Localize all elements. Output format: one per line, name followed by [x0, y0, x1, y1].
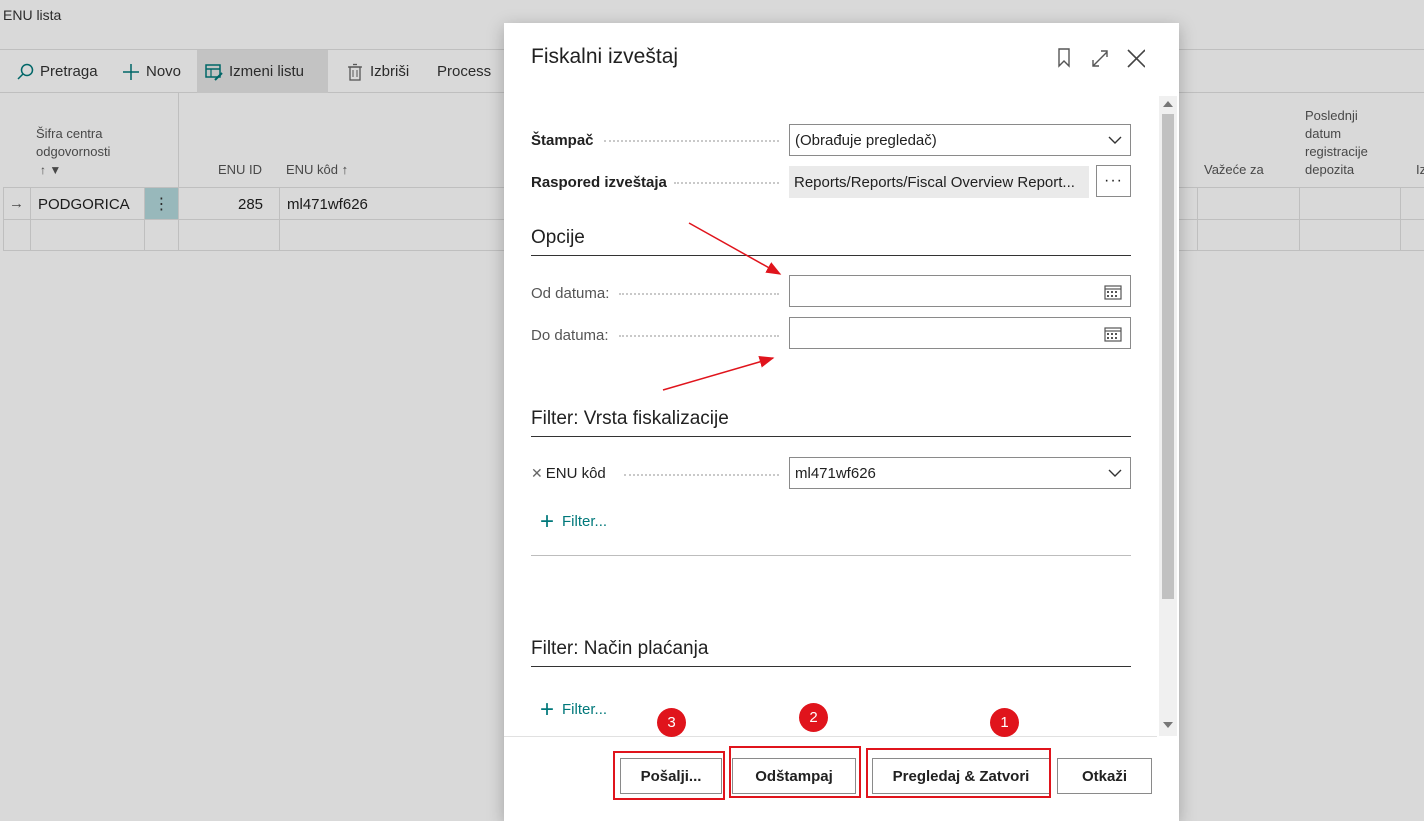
badge-2: 2: [799, 703, 828, 732]
printer-select[interactable]: (Obrađuje pregledač): [789, 124, 1131, 156]
from-date-input[interactable]: [789, 275, 1131, 307]
report-layout-field[interactable]: Reports/Reports/Fiscal Overview Report..…: [789, 166, 1089, 198]
badge-1: 1: [990, 708, 1019, 737]
enu-code-filter-select[interactable]: ml471wf626: [789, 457, 1131, 489]
enu-code-filter-label: ✕ ENU kôd: [531, 465, 606, 482]
highlight-print-button: [729, 746, 861, 798]
scroll-up-icon[interactable]: [1163, 101, 1173, 107]
chevron-down-icon: [1108, 469, 1122, 477]
report-layout-value: Reports/Reports/Fiscal Overview Report..…: [794, 173, 1075, 191]
calendar-icon[interactable]: [1104, 326, 1122, 342]
calendar-icon[interactable]: [1104, 284, 1122, 300]
dialog-scrollbar[interactable]: [1159, 96, 1177, 736]
badge-3: 3: [657, 708, 686, 737]
options-section-header[interactable]: Opcije: [531, 227, 1131, 256]
close-icon[interactable]: [1127, 47, 1145, 69]
remove-filter-icon[interactable]: ✕: [531, 465, 543, 481]
chevron-down-icon: [1108, 136, 1122, 144]
filter-payment-section-header[interactable]: Filter: Način plaćanja: [531, 638, 1131, 667]
layout-assist-button[interactable]: ···: [1096, 165, 1131, 197]
highlight-preview-close-button: [866, 748, 1051, 798]
to-date-label: Do datuma:: [531, 327, 609, 344]
to-date-input[interactable]: [789, 317, 1131, 349]
plus-icon: +: [540, 695, 555, 723]
fiscal-report-dialog: Fiskalni izveštaj Štampač (Obrađuje preg…: [504, 23, 1179, 821]
cancel-button[interactable]: Otkaži: [1057, 758, 1152, 794]
printer-value: (Obrađuje pregledač): [795, 131, 937, 149]
scroll-thumb[interactable]: [1162, 114, 1174, 599]
report-layout-label: Raspored izveštaja: [531, 174, 667, 191]
highlight-send-button: [613, 751, 725, 800]
enu-code-filter-value: ml471wf626: [795, 464, 876, 482]
printer-label: Štampač: [531, 132, 594, 149]
expand-icon[interactable]: [1091, 47, 1109, 69]
plus-icon: +: [540, 507, 555, 535]
filter-fiscalization-section-header[interactable]: Filter: Vrsta fiskalizacije: [531, 408, 1131, 437]
bookmark-icon[interactable]: [1055, 47, 1073, 69]
scroll-down-icon[interactable]: [1163, 722, 1173, 728]
add-filter-link[interactable]: + Filter...: [540, 507, 607, 535]
from-date-label: Od datuma:: [531, 285, 610, 302]
add-filter-link-payment[interactable]: + Filter...: [540, 695, 607, 723]
dialog-title: Fiskalni izveštaj: [531, 45, 679, 68]
